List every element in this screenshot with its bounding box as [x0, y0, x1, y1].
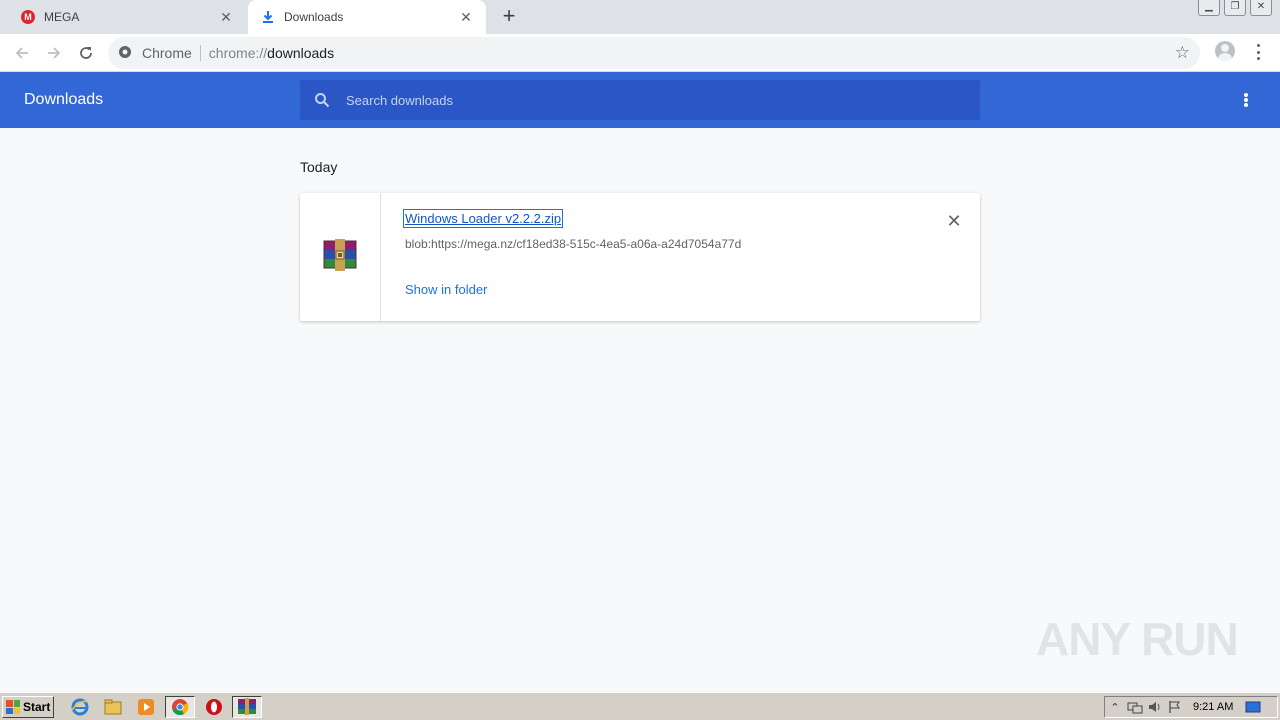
window-controls: ▁ ❐ ✕ [1198, 0, 1272, 16]
page-title: Downloads [24, 91, 104, 108]
file-icon-column [300, 193, 381, 321]
url-scheme: chrome:// [208, 45, 268, 61]
taskbar-clock[interactable]: 9:21 AM [1193, 701, 1243, 713]
anyrun-watermark: ANY RUN [1036, 613, 1239, 665]
network-icon[interactable] [1125, 699, 1145, 715]
download-item-card: Windows Loader v2.2.2.zip blob:https://m… [300, 193, 980, 321]
file-explorer-icon[interactable] [103, 697, 123, 717]
show-in-folder-link[interactable]: Show in folder [405, 282, 487, 297]
file-source-url: blob:https://mega.nz/cf18ed38-515c-4ea5-… [405, 237, 742, 251]
address-bar[interactable]: Chrome chrome://downloads ☆ [108, 37, 1200, 69]
show-desktop-icon[interactable] [1243, 699, 1263, 715]
site-chip-label: Chrome [142, 45, 192, 61]
section-date-label: Today [300, 159, 338, 175]
tab-strip: M MEGA ✕ Downloads ✕ + ▁ ❐ ✕ [0, 0, 1280, 34]
opera-icon[interactable] [204, 697, 224, 717]
system-tray: ⌃ 9:21 AM [1104, 696, 1278, 718]
mega-logo-icon: M [20, 9, 36, 25]
downloaded-file-link[interactable]: Windows Loader v2.2.2.zip [402, 209, 564, 228]
winrar-taskbar-icon[interactable] [232, 696, 262, 718]
search-box[interactable] [300, 80, 980, 120]
action-center-flag-icon[interactable] [1165, 699, 1185, 715]
media-player-icon[interactable] [136, 697, 156, 717]
search-input[interactable] [346, 92, 980, 108]
browser-menu-icon[interactable] [1251, 42, 1265, 62]
windows-taskbar: Start ⌃ 9:21 AM [0, 692, 1280, 720]
search-icon [315, 93, 330, 108]
windows-logo-icon [6, 700, 20, 714]
forward-arrow-icon[interactable] [42, 41, 66, 65]
start-label: Start [23, 700, 51, 714]
close-window-icon[interactable]: ✕ [1250, 0, 1272, 16]
remove-item-icon[interactable]: ✕ [944, 211, 964, 231]
volume-icon[interactable] [1145, 699, 1165, 715]
tab-downloads[interactable]: Downloads ✕ [248, 0, 486, 34]
close-tab-icon[interactable]: ✕ [458, 9, 474, 25]
download-icon [260, 9, 276, 25]
new-tab-button[interactable]: + [498, 5, 520, 28]
chrome-icon [118, 45, 134, 61]
start-button[interactable]: Start [2, 696, 54, 718]
back-arrow-icon[interactable] [10, 41, 34, 65]
more-actions-icon[interactable] [1238, 92, 1254, 108]
chrome-taskbar-icon[interactable] [165, 696, 195, 718]
tab-title: Downloads [284, 10, 344, 24]
reload-icon[interactable] [74, 41, 98, 65]
tab-mega[interactable]: M MEGA ✕ [0, 0, 246, 34]
browser-toolbar: Chrome chrome://downloads ☆ [0, 34, 1280, 72]
restore-icon[interactable]: ❐ [1224, 0, 1246, 16]
omnibox-divider [199, 45, 201, 61]
profile-avatar-icon[interactable] [1215, 41, 1235, 61]
bookmark-star-icon[interactable]: ☆ [1175, 43, 1190, 63]
tab-title: MEGA [44, 10, 80, 24]
close-tab-icon[interactable]: ✕ [218, 9, 234, 25]
internet-explorer-icon[interactable] [70, 697, 90, 717]
show-hidden-icons-icon[interactable]: ⌃ [1105, 699, 1125, 715]
url-host: downloads [267, 45, 335, 61]
downloads-header: Downloads [0, 72, 1280, 128]
minimize-icon[interactable]: ▁ [1198, 0, 1220, 16]
winrar-archive-icon [323, 238, 357, 276]
